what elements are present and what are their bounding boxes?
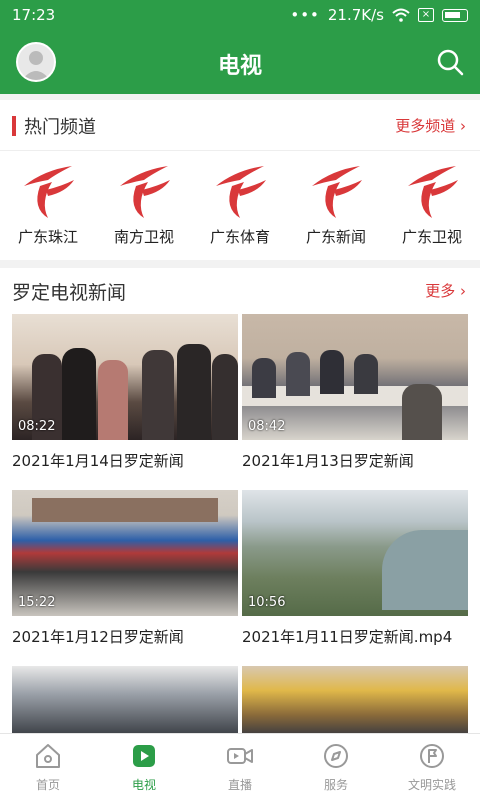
news-section-title: 罗定电视新闻	[12, 282, 127, 304]
channel-name: 南方卫视	[113, 228, 174, 246]
video-camera-icon	[227, 748, 253, 764]
chevron-right-icon: ›	[460, 282, 466, 300]
video-title: 2021年1月13日罗定新闻	[242, 452, 414, 470]
channel-item[interactable]: 广东新闻	[288, 158, 384, 247]
more-channels-label: 更多频道	[395, 117, 456, 135]
wifi-icon	[392, 8, 410, 22]
tab-service[interactable]: 服务	[288, 734, 384, 800]
video-thumbnail: 08:22	[12, 314, 238, 440]
video-thumbnail: 08:42	[242, 314, 468, 440]
home-icon	[36, 744, 60, 768]
flag-icon	[420, 744, 444, 768]
network-speed: 21.7K/s	[327, 6, 384, 24]
video-card[interactable]: 10:56 2021年1月11日罗定新闻.mp4	[242, 490, 468, 647]
channel-logo-icon	[312, 166, 362, 218]
channel-name: 广东卫视	[401, 228, 462, 246]
tab-live[interactable]: 直播	[192, 734, 288, 800]
video-card[interactable]	[12, 666, 238, 736]
video-duration: 08:22	[18, 419, 56, 434]
video-card[interactable]	[242, 666, 468, 736]
status-dots: •••	[290, 6, 320, 24]
video-duration: 10:56	[248, 595, 286, 610]
channel-name: 广东体育	[209, 228, 270, 246]
channel-logo-icon	[408, 166, 458, 218]
battery-icon	[442, 8, 468, 22]
tab-tv[interactable]: 电视	[96, 734, 192, 800]
video-thumbnail	[242, 666, 468, 736]
video-thumbnail: 10:56	[242, 490, 468, 616]
channel-logo-icon	[120, 166, 170, 218]
more-channels-link[interactable]: 更多频道 ›	[395, 115, 466, 136]
search-icon[interactable]	[436, 48, 464, 76]
more-news-label: 更多	[425, 282, 456, 300]
tab-label: 文明实践	[407, 778, 456, 792]
page-title: 电视	[217, 54, 262, 79]
tab-label: 服务	[323, 778, 348, 792]
video-thumbnail	[12, 666, 238, 736]
video-duration: 15:22	[18, 595, 56, 610]
news-section: 罗定电视新闻 更多 › 08:22 2021年1月14日罗定新闻 08:42 2…	[0, 268, 480, 738]
channel-logo-icon	[24, 166, 74, 218]
channel-name: 广东新闻	[305, 228, 366, 246]
video-card[interactable]: 08:22 2021年1月14日罗定新闻	[12, 314, 238, 471]
chevron-right-icon: ›	[460, 117, 466, 135]
video-card[interactable]: 08:42 2021年1月13日罗定新闻	[242, 314, 468, 471]
channel-list: 广东珠江 南方卫视 广东体育 广东新闻 广东卫视	[0, 158, 480, 247]
tab-label: 直播	[227, 778, 252, 792]
channel-item[interactable]: 广东珠江	[0, 158, 96, 247]
channel-logo-icon	[216, 166, 266, 218]
compass-icon	[324, 744, 348, 768]
channel-name: 广东珠江	[17, 228, 78, 246]
channel-item[interactable]: 广东体育	[192, 158, 288, 247]
hot-channels-title: 热门频道	[24, 117, 96, 138]
channel-item[interactable]: 南方卫视	[96, 158, 192, 247]
tab-civilization[interactable]: 文明实践	[384, 734, 480, 800]
video-title: 2021年1月14日罗定新闻	[12, 452, 184, 470]
video-title: 2021年1月12日罗定新闻	[12, 628, 184, 646]
sim-icon: ×	[418, 8, 434, 22]
video-duration: 08:42	[248, 419, 286, 434]
divider	[0, 150, 480, 151]
channel-item[interactable]: 广东卫视	[384, 158, 480, 247]
hot-channels-section: 热门频道 更多频道 › 广东珠江 南方卫视 广东体育 广东新闻 广东卫视	[0, 100, 480, 260]
bottom-tab-bar: 首页 电视 直播 服务 文明实践	[0, 733, 480, 800]
status-bar: 17:23 ••• 21.7K/s ×	[0, 0, 480, 30]
video-thumbnail: 15:22	[12, 490, 238, 616]
more-news-link[interactable]: 更多 ›	[425, 280, 466, 301]
video-card[interactable]: 15:22 2021年1月12日罗定新闻	[12, 490, 238, 647]
tv-icon	[133, 745, 155, 767]
section-marker	[12, 116, 16, 136]
tab-label: 电视	[131, 778, 156, 792]
tab-home[interactable]: 首页	[0, 734, 96, 800]
status-time: 17:23	[12, 6, 56, 24]
video-title: 2021年1月11日罗定新闻.mp4	[242, 628, 453, 646]
tab-label: 首页	[35, 778, 60, 792]
app-bar: 电视	[0, 30, 480, 94]
